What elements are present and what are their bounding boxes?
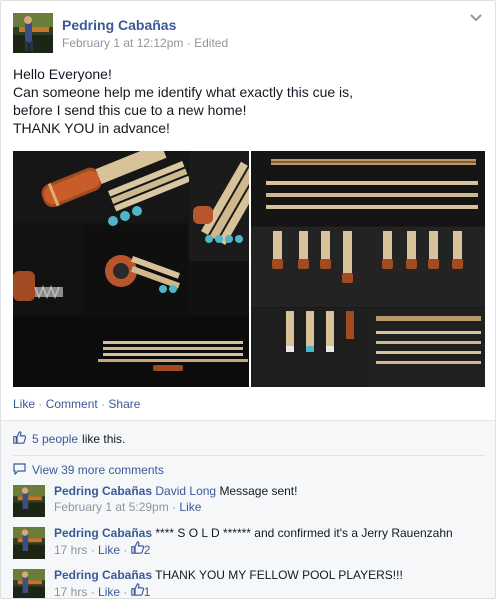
likes-summary: 5 people like this. bbox=[13, 431, 125, 447]
comment-body: Pedring Cabañas **** S O L D ****** and … bbox=[54, 525, 453, 558]
like-count-value: 1 bbox=[143, 584, 151, 599]
commenter-avatar[interactable] bbox=[13, 485, 45, 517]
comment-author[interactable]: Pedring Cabañas bbox=[54, 568, 152, 582]
author-avatar[interactable] bbox=[13, 13, 53, 53]
photo-right-collage[interactable] bbox=[251, 151, 485, 387]
comment-meta-separator: · bbox=[90, 543, 95, 557]
post-actions: Like · Comment · Share bbox=[13, 397, 140, 411]
share-action[interactable]: Share bbox=[108, 397, 140, 411]
post-meta: February 1 at 12:12pm · Edited bbox=[62, 36, 228, 50]
comment-like-button[interactable]: Like bbox=[98, 585, 120, 598]
meta-separator: · bbox=[186, 36, 191, 50]
comment-author[interactable]: Pedring Cabañas bbox=[54, 484, 152, 498]
post-text-line: THANK YOU in advance! bbox=[13, 120, 170, 136]
post-timestamp[interactable]: February 1 at 12:12pm bbox=[62, 36, 183, 50]
comment-like-count[interactable]: 2 bbox=[130, 541, 151, 558]
comment-item: Pedring Cabañas David Long Message sent!… bbox=[13, 483, 485, 523]
comment-body: Pedring Cabañas THANK YOU MY FELLOW POOL… bbox=[54, 567, 403, 599]
comment-meta-separator: · bbox=[90, 585, 95, 599]
post-text-line: before I send this cue to a new home! bbox=[13, 102, 247, 118]
comment-action[interactable]: Comment bbox=[46, 397, 98, 411]
comment-text: Message sent! bbox=[219, 484, 298, 498]
comment-time[interactable]: 17 hrs bbox=[54, 543, 87, 557]
comment-like-button[interactable]: Like bbox=[98, 543, 120, 557]
post-text-line: Hello Everyone! bbox=[13, 66, 112, 82]
likes-text: like this. bbox=[82, 432, 126, 446]
comment-text: THANK YOU MY FELLOW POOL PLAYERS!!! bbox=[155, 568, 403, 582]
thumbs-up-icon bbox=[13, 431, 27, 447]
commenter-avatar[interactable] bbox=[13, 569, 45, 598]
comment-time[interactable]: February 1 at 5:29pm bbox=[54, 500, 169, 514]
view-more-comments-link[interactable]: View 39 more comments bbox=[32, 463, 164, 477]
comment-text: **** S O L D ****** and confirmed it's a… bbox=[155, 526, 453, 540]
post-text: Hello Everyone! Can someone help me iden… bbox=[13, 65, 353, 137]
comment-like-count[interactable]: 1 bbox=[130, 583, 151, 599]
comment-meta-separator: · bbox=[123, 543, 128, 557]
thumbs-up-icon bbox=[130, 541, 144, 558]
post-card: Pedring Cabañas February 1 at 12:12pm · … bbox=[0, 0, 496, 599]
action-separator: · bbox=[101, 397, 106, 411]
chevron-down-icon[interactable] bbox=[469, 13, 483, 23]
comment-item: Pedring Cabañas THANK YOU MY FELLOW POOL… bbox=[13, 567, 485, 599]
likes-count-link[interactable]: 5 people bbox=[32, 432, 78, 446]
feedback-section: 5 people like this. View 39 more comment… bbox=[1, 420, 495, 599]
comment-meta-separator: · bbox=[123, 585, 128, 599]
photo-left-collage[interactable] bbox=[13, 151, 249, 387]
comment-like-button[interactable]: Like bbox=[179, 500, 201, 514]
comment-body: Pedring Cabañas David Long Message sent!… bbox=[54, 483, 297, 515]
thumbs-up-icon bbox=[130, 583, 144, 598]
comment-item: Pedring Cabañas **** S O L D ****** and … bbox=[13, 525, 485, 565]
commenter-avatar[interactable] bbox=[13, 527, 45, 559]
comment-time[interactable]: 17 hrs bbox=[54, 585, 87, 598]
photo-grid bbox=[13, 151, 485, 387]
view-more-comments[interactable]: View 39 more comments bbox=[13, 462, 164, 478]
like-action[interactable]: Like bbox=[13, 397, 35, 411]
like-count-value: 2 bbox=[143, 542, 151, 557]
post-text-line: Can someone help me identify what exactl… bbox=[13, 84, 354, 100]
comment-meta-separator: · bbox=[172, 500, 177, 514]
divider bbox=[13, 455, 485, 456]
post-author-name[interactable]: Pedring Cabañas bbox=[62, 17, 176, 33]
speech-bubble-icon bbox=[13, 462, 26, 478]
comment-author[interactable]: Pedring Cabañas bbox=[54, 526, 152, 540]
comment-mention[interactable]: David Long bbox=[155, 484, 216, 498]
action-separator: · bbox=[38, 397, 43, 411]
post-header: Pedring Cabañas February 1 at 12:12pm · … bbox=[1, 1, 495, 63]
edited-label[interactable]: Edited bbox=[194, 36, 228, 50]
